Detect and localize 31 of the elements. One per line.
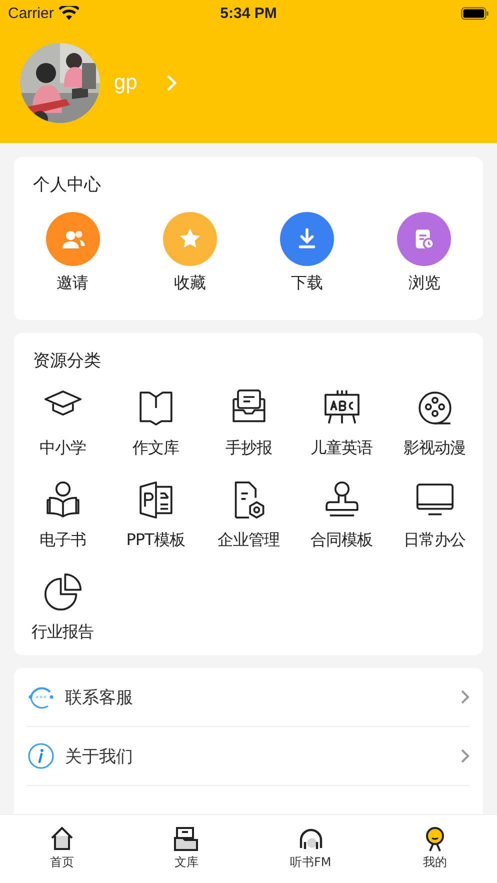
- section-title: 个人中心: [32, 174, 102, 196]
- category-label[interactable]: 合同模板: [310, 530, 372, 551]
- chevron-right-icon: [165, 74, 178, 92]
- carrier-text: Carrier: [8, 4, 54, 22]
- shortcut-label: 浏览: [408, 273, 440, 294]
- info-icon: [27, 742, 55, 770]
- category-label[interactable]: PPT模板: [126, 530, 185, 551]
- section-title: 资源分类: [32, 350, 102, 372]
- menu-item[interactable]: 联系客服: [65, 686, 133, 708]
- category-label[interactable]: 电子书: [39, 530, 86, 551]
- tab[interactable]: 首页: [0, 815, 124, 883]
- chevron-right-icon: [460, 748, 470, 764]
- tab[interactable]: 我的: [372, 815, 497, 883]
- category-label[interactable]: 企业管理: [218, 530, 280, 551]
- category-label[interactable]: 日常办公: [404, 530, 466, 551]
- shortcut-label: 收藏: [174, 273, 206, 294]
- chevron-right-icon: [460, 689, 470, 705]
- menu-item[interactable]: 关于我们: [65, 744, 133, 768]
- category-label[interactable]: 影视动漫: [404, 438, 466, 459]
- category-label[interactable]: 行业报告: [32, 622, 94, 643]
- category-label[interactable]: 中小学: [39, 438, 86, 459]
- wifi-icon: [58, 6, 79, 20]
- category-label[interactable]: 手抄报: [225, 438, 272, 459]
- status-time: 5:34 PM: [220, 4, 277, 22]
- tab[interactable]: 文库: [124, 815, 248, 883]
- category-label[interactable]: 儿童英语: [310, 438, 372, 459]
- shortcut-label: 下载: [291, 273, 324, 294]
- shortcut-label: 邀请: [56, 273, 89, 294]
- tab[interactable]: 听书FM: [248, 815, 373, 883]
- battery-icon: [461, 6, 489, 20]
- category-label[interactable]: 作文库: [132, 438, 179, 459]
